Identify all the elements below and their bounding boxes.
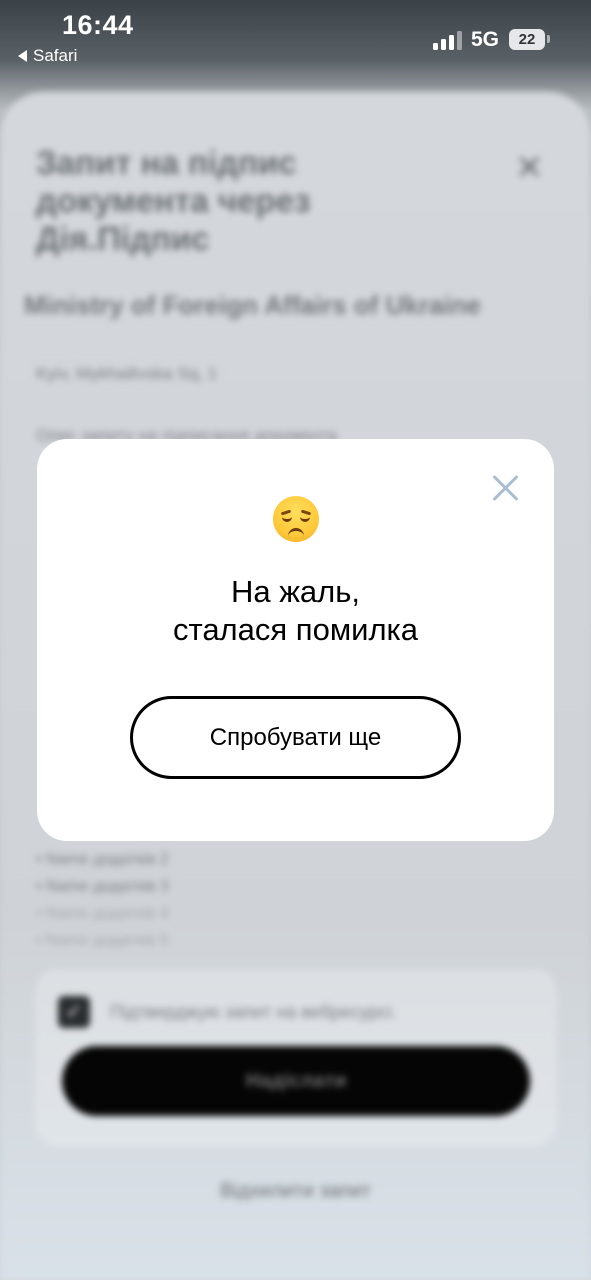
error-modal: На жаль, сталася помилка Спробувати ще xyxy=(37,439,554,841)
status-time: 16:44 xyxy=(62,10,134,40)
organization-address: Kyiv, Mykhailivska Sq, 1 xyxy=(36,364,218,383)
retry-button[interactable]: Спробувати ще xyxy=(130,696,461,779)
confirm-checkbox[interactable]: ✓ xyxy=(58,996,90,1028)
reject-request-link[interactable]: Відхилити запит xyxy=(0,1180,591,1203)
sheet-close-icon[interactable]: ✕ xyxy=(515,148,544,188)
request-title: Запит на підпис документа через Дія.Підп… xyxy=(36,144,311,257)
cellular-signal-icon xyxy=(433,30,463,50)
battery-icon: 22 xyxy=(509,29,545,50)
error-title-line-2: сталася помилка xyxy=(172,612,419,647)
close-icon[interactable] xyxy=(490,472,522,504)
disappointed-face-icon xyxy=(273,496,319,542)
status-bar: 16:44 Safari 5G 22 xyxy=(0,0,591,80)
back-to-app-link[interactable]: Safari xyxy=(18,46,77,66)
send-button[interactable]: Надіслати xyxy=(62,1046,530,1116)
organization-name: Ministry of Foreign Affairs of Ukraine xyxy=(24,290,481,320)
confirm-label: Підтверджую запит на вебресурсі. xyxy=(110,1002,397,1022)
back-arrow-icon xyxy=(18,50,27,62)
attachments-list: Name додатків 2 Name додатків 3 Name дод… xyxy=(36,846,169,954)
list-item: Name додатків 4 xyxy=(36,900,169,927)
list-item: Name додатків 2 xyxy=(36,846,169,873)
network-type: 5G xyxy=(471,28,500,51)
list-item: Name додатків 3 xyxy=(36,873,169,900)
error-title-line-1: На жаль, xyxy=(230,574,361,609)
list-item: Name додатків 5 xyxy=(36,927,169,954)
error-title: На жаль, сталася помилка xyxy=(37,573,554,649)
battery-cap xyxy=(547,35,550,43)
back-app-label: Safari xyxy=(33,46,78,65)
